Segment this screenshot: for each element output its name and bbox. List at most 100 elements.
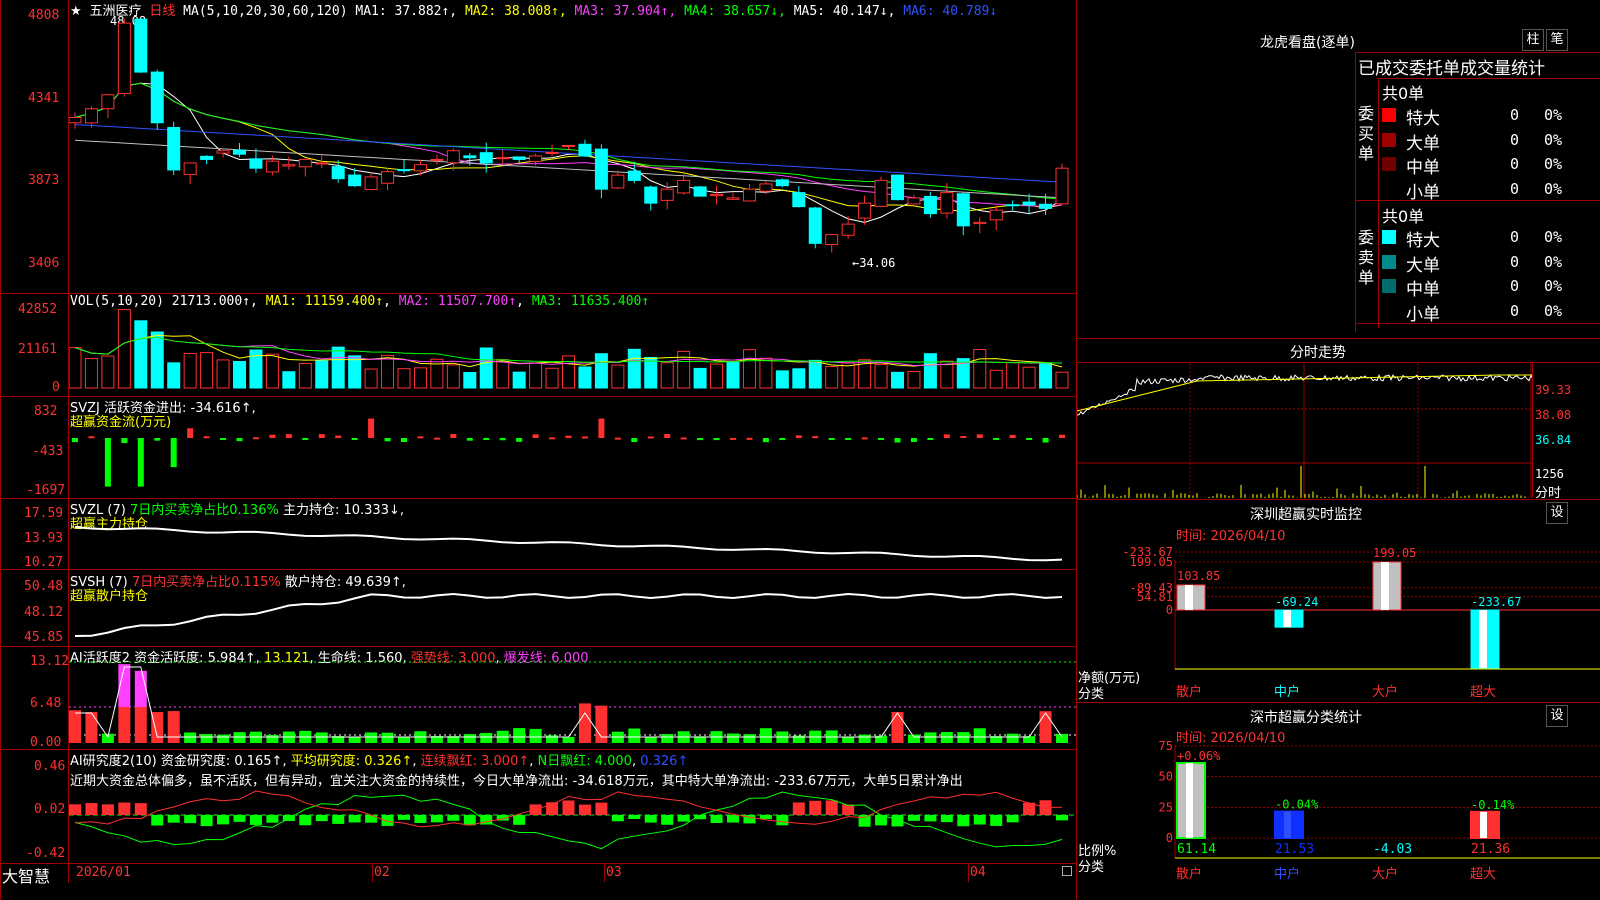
retail-position-chart[interactable] [69,570,1076,646]
volume-bar [611,364,625,389]
volume-chart[interactable] [69,306,1076,396]
activity-bar [858,734,871,743]
volume-bar [298,362,312,389]
volume-bar [594,353,608,389]
fund-flow-bar [433,437,440,440]
fund-flow-bar [285,434,292,438]
activity-bar [85,712,98,743]
classify-top-label: +0.06% [1177,749,1221,763]
candle [200,155,214,160]
lock-icon[interactable] [1062,866,1072,876]
fund-flow-bar [121,438,128,444]
monitor-bar-label: -69.24 [1275,595,1318,609]
fund-flow-bar [861,437,868,440]
ma-line [74,82,1063,200]
volume-bar [825,366,839,389]
activity-bar [480,732,493,743]
left-border [0,0,1,900]
order-percent: 0% [1544,106,1563,124]
volume-bar [545,367,559,389]
candle [183,162,197,175]
research-bar [611,815,624,822]
date-tick [968,864,969,882]
classify-settings-button[interactable]: 设 [1546,705,1568,727]
fund-flow-bar [532,434,539,438]
classify-bar-highlight [1186,763,1193,838]
monitor-bar-chart[interactable]: 199.0554.810-89.43-233.67103.85散户-69.24中… [1077,540,1600,702]
volume-bar [101,355,115,389]
fund-flow-bar [993,438,1000,440]
candle [69,117,82,124]
activity-chart[interactable] [69,647,1076,749]
candle [627,170,641,181]
candle [496,157,510,160]
volume-bar [381,354,395,389]
fund-flow-bar [384,438,391,442]
candle [973,221,987,225]
fund-flow-bar [516,438,523,442]
research-bar [447,815,460,821]
monitor-bar-highlight [1283,610,1291,628]
research-bar [101,804,114,815]
date-axis-label: 04 [970,865,986,880]
candle [1022,201,1036,206]
fund-flow-bar [894,438,901,443]
fund-flow-bar [252,437,259,440]
brand-logo: 大智慧 [2,867,51,886]
ai2-title: AI研究度2(10) [70,754,157,769]
fund-flow-bar [664,433,671,438]
candle [413,164,427,172]
main-position-chart[interactable] [69,499,1076,569]
classify-bar-chart[interactable]: 75 50 25 0 +0.06% 61.14 散户 -0.04% 21.53 中户 -4.03 大户… [1077,740,1600,900]
bar-mode-button[interactable]: 柱 [1522,29,1544,51]
fund-flow-bar [680,437,687,440]
intraday-vol-label: 1256 [1535,467,1564,481]
candle [940,192,954,214]
activity-bar [118,707,131,743]
candle [792,192,806,208]
ai-comment: 近期大资金总体偏多，虽不活跃，但有异动，宜关注大资金的持续性，今日大单净流出: … [70,774,963,789]
volume-bar [775,370,789,389]
favorite-star-icon[interactable]: ★ [70,4,82,19]
fund-flow-bar [335,435,342,438]
fund-flow-bar [812,436,819,439]
color-swatch-icon [1382,181,1396,196]
candle [1006,204,1020,207]
fund-flow-bar [614,437,621,440]
candle [315,162,329,165]
order-percent: 0% [1544,130,1563,149]
ai2-title-row: AI研究度2(10) 资金研究度: 0.165↑, 平均研究度: 0.326↑,… [70,754,689,769]
period-label[interactable]: 日线 [149,4,175,19]
candlestick-chart[interactable] [69,18,1076,293]
monitor-settings-button[interactable]: 设 [1546,502,1568,524]
fund-flow-bar [318,434,325,438]
candle [841,223,855,236]
research-chart[interactable] [69,790,1076,863]
fund-flow-chart[interactable] [69,397,1076,498]
volume-bar [150,331,164,389]
candle [512,156,526,160]
tick-mode-button[interactable]: 笔 [1546,29,1568,51]
intraday-chart[interactable] [1077,363,1532,498]
classify-top-label: -0.04% [1275,798,1319,812]
candle [891,174,904,201]
activity-bar [727,733,739,743]
ai1-axis-label: 0.00 [30,735,62,750]
volume-bar [69,347,82,389]
fund-flow-bar [236,438,243,442]
order-row: 大单 0 0% [1382,129,1600,154]
svzl-axis-label: 17.59 [24,506,64,521]
candle [545,151,559,154]
volume-bar [200,352,214,389]
classify-category: 中户 [1274,866,1300,882]
order-size-label: 特大 [1406,109,1440,129]
volume-bar [907,370,921,389]
volume-bar [348,355,362,389]
price-title-row: ★ 五洲医疗 日线 MA(5,10,20,30,60,120) MA1: 37.… [70,0,997,19]
research-bar [315,815,328,822]
research-bar [266,815,279,823]
fund-flow-bar [1009,434,1016,438]
classify-axis-label: 0 [1166,831,1173,845]
color-swatch-icon [1382,279,1396,293]
panel-sep [1077,499,1600,500]
